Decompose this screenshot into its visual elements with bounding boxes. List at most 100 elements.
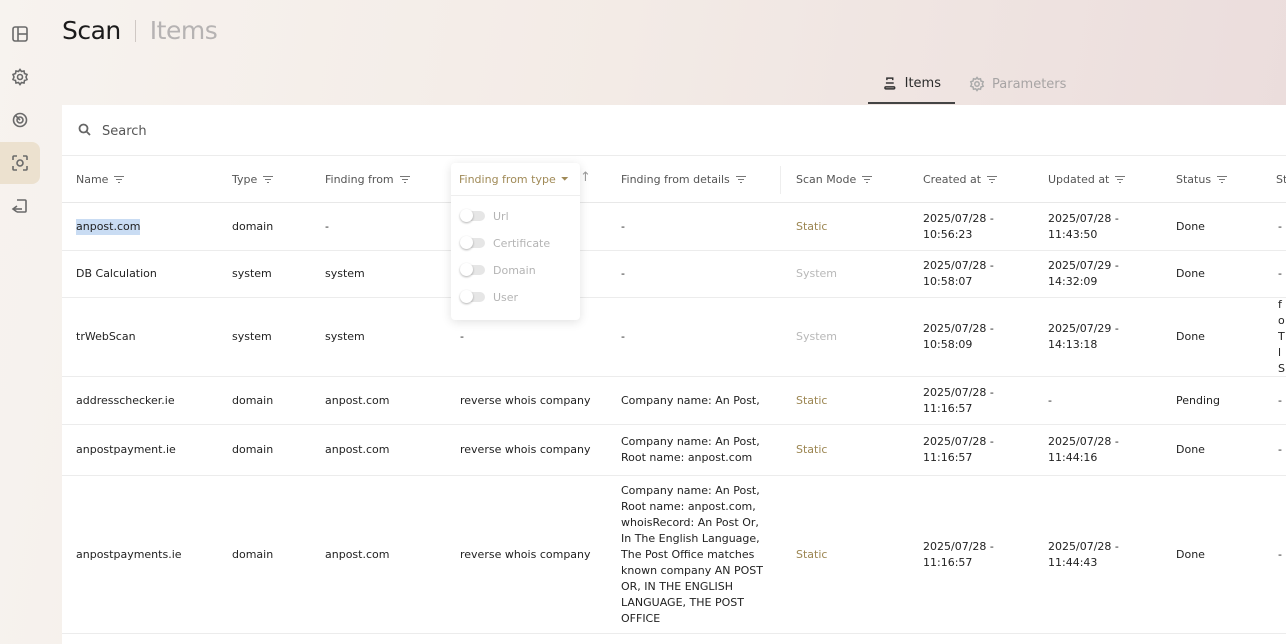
cell-updated-at: 2025/07/28 - 11:43:50 bbox=[1048, 203, 1148, 250]
cell-text: 2025/07/28 - 10:58:07 bbox=[923, 259, 994, 288]
sidebar-item-radar[interactable] bbox=[0, 99, 40, 141]
toggle-switch[interactable] bbox=[460, 263, 485, 276]
sort-arrow-up-icon[interactable]: ↑ bbox=[580, 170, 591, 185]
sidebar-item-dashboard[interactable] bbox=[0, 13, 40, 55]
filter-icon[interactable] bbox=[735, 175, 746, 184]
cell-truncated: - bbox=[1278, 425, 1282, 475]
cell-text: Static bbox=[796, 393, 828, 407]
cell-text: - bbox=[621, 267, 625, 280]
filter-option-user[interactable]: User bbox=[460, 287, 518, 307]
cell-finding-from-type: reverse whois company bbox=[460, 377, 591, 424]
cell-text: Done bbox=[1176, 330, 1205, 343]
column-label: Finding from bbox=[325, 173, 394, 186]
cell-finding-from: anpost.com bbox=[325, 377, 389, 424]
cell-text: 2025/07/28 - 11:16:57 bbox=[923, 385, 994, 415]
cell-scan-mode: Static bbox=[796, 203, 827, 250]
toggle-switch[interactable] bbox=[460, 209, 485, 222]
cell-text: domain bbox=[232, 443, 274, 456]
cell-text: - bbox=[621, 219, 625, 233]
cell-scan-mode: Static bbox=[796, 476, 827, 633]
column-header-finding-from[interactable]: Finding from bbox=[325, 156, 410, 203]
table-row[interactable]: addresschecker.ie domain anpost.com reve… bbox=[62, 377, 1286, 425]
cell-text: 2025/07/28 - 10:58:09 bbox=[923, 322, 994, 351]
cell-text: System bbox=[796, 267, 838, 280]
sort-indicator-icon[interactable]: ⏷ bbox=[561, 174, 569, 185]
table-row[interactable]: anpostpayments.ie domain anpost.com reve… bbox=[62, 476, 1286, 634]
table-row[interactable]: DB Calculation system system - System 20… bbox=[62, 251, 1286, 298]
cell-updated-at: 2025/07/29 - 14:13:18 bbox=[1048, 298, 1148, 376]
cell-details: Company name: An Post, bbox=[621, 377, 760, 424]
column-divider bbox=[780, 166, 781, 194]
cell-details: Company name: An Post, Root name: anpost… bbox=[621, 476, 771, 633]
cell-text: 2025/07/29 - 14:32:09 bbox=[1048, 259, 1119, 288]
column-header-status[interactable]: Status bbox=[1176, 156, 1228, 203]
search-input[interactable] bbox=[102, 119, 702, 143]
cell-text: 2025/07/28 - 11:16:57 bbox=[923, 435, 994, 464]
column-header-finding-from-details[interactable]: Finding from details bbox=[621, 156, 746, 203]
toggle-switch[interactable] bbox=[460, 290, 485, 303]
cell-text: reverse whois company bbox=[460, 393, 591, 407]
cell-text: - bbox=[621, 330, 625, 343]
filter-icon[interactable] bbox=[1115, 175, 1126, 184]
column-label: St bbox=[1276, 173, 1286, 186]
cell-truncated: - bbox=[1278, 377, 1282, 424]
cell-status: Done bbox=[1176, 298, 1205, 376]
filter-icon[interactable] bbox=[263, 175, 274, 184]
cell-text: 2025/07/28 - 11:16:57 bbox=[923, 539, 994, 569]
tab-items[interactable]: Items bbox=[868, 64, 955, 104]
column-header-truncated[interactable]: St bbox=[1276, 156, 1286, 203]
sidebar-item-return[interactable] bbox=[0, 185, 40, 227]
dropdown-header-label: Finding from type bbox=[459, 172, 556, 186]
column-header-name[interactable]: Name bbox=[76, 156, 125, 203]
cell-created-at: 2025/07/28 - 10:58:09 bbox=[923, 298, 1023, 376]
table-row[interactable]: trWebScan system system - - System 2025/… bbox=[62, 298, 1286, 377]
column-label: Name bbox=[76, 173, 109, 186]
filter-option-label: Url bbox=[493, 209, 509, 223]
cell-text: - bbox=[1278, 443, 1282, 456]
cell-type: domain bbox=[232, 377, 273, 424]
filter-option-certificate[interactable]: Certificate bbox=[460, 233, 550, 253]
page-header: Scan Items bbox=[62, 16, 218, 45]
cell-scan-mode: System bbox=[796, 298, 837, 376]
filter-icon[interactable] bbox=[114, 175, 125, 184]
finding-from-type-filter-dropdown: Finding from type ⏷ Url Certificate Doma… bbox=[451, 163, 580, 320]
filter-option-domain[interactable]: Domain bbox=[460, 260, 536, 280]
tab-parameters[interactable]: Parameters bbox=[955, 64, 1080, 104]
column-header-finding-from-type[interactable]: Finding from type ⏷ bbox=[451, 163, 580, 196]
cell-truncated: - bbox=[1278, 251, 1282, 297]
cell-text: anpost.com bbox=[325, 393, 390, 407]
cell-details: - bbox=[621, 298, 625, 376]
toggle-switch[interactable] bbox=[460, 236, 485, 249]
filter-icon[interactable] bbox=[987, 175, 998, 184]
filter-option-url[interactable]: Url bbox=[460, 206, 509, 226]
table-row[interactable]: anpostpayment.ie domain anpost.com rever… bbox=[62, 425, 1286, 476]
column-label: Updated at bbox=[1048, 173, 1110, 186]
cell-status: Done bbox=[1176, 425, 1205, 475]
sidebar-item-scan[interactable] bbox=[0, 142, 40, 184]
column-header-updated-at[interactable]: Updated at bbox=[1048, 156, 1126, 203]
cell-finding-from-type: reverse whois company bbox=[460, 476, 591, 633]
filter-icon[interactable] bbox=[399, 175, 410, 184]
sidebar-item-settings[interactable] bbox=[0, 56, 40, 98]
tab-bar: Items Parameters bbox=[868, 64, 1080, 106]
column-header-created-at[interactable]: Created at bbox=[923, 156, 998, 203]
page-title: Scan bbox=[62, 16, 121, 45]
scan-icon bbox=[12, 155, 28, 171]
radar-icon bbox=[12, 112, 28, 128]
cell-details: - bbox=[621, 251, 625, 297]
title-divider bbox=[134, 19, 136, 42]
cell-status: Done bbox=[1176, 476, 1205, 633]
column-header-scan-mode[interactable]: Scan Mode bbox=[796, 156, 873, 203]
cell-text: Done bbox=[1176, 443, 1205, 456]
cell-text: system bbox=[325, 330, 365, 343]
cell-text: N fo Tl Sc bbox=[1278, 298, 1285, 375]
filter-icon[interactable] bbox=[862, 175, 873, 184]
column-header-type[interactable]: Type bbox=[232, 156, 274, 203]
cell-type: system bbox=[232, 298, 272, 376]
cell-created-at: 2025/07/28 - 11:16:57 bbox=[923, 425, 1023, 475]
filter-icon[interactable] bbox=[1217, 175, 1228, 184]
column-label: Finding from details bbox=[621, 173, 730, 186]
cell-text: - bbox=[1278, 219, 1282, 233]
table-row[interactable]: anpost.com domain - - Static 2025/07/28 … bbox=[62, 203, 1286, 251]
column-label: Type bbox=[232, 173, 258, 186]
